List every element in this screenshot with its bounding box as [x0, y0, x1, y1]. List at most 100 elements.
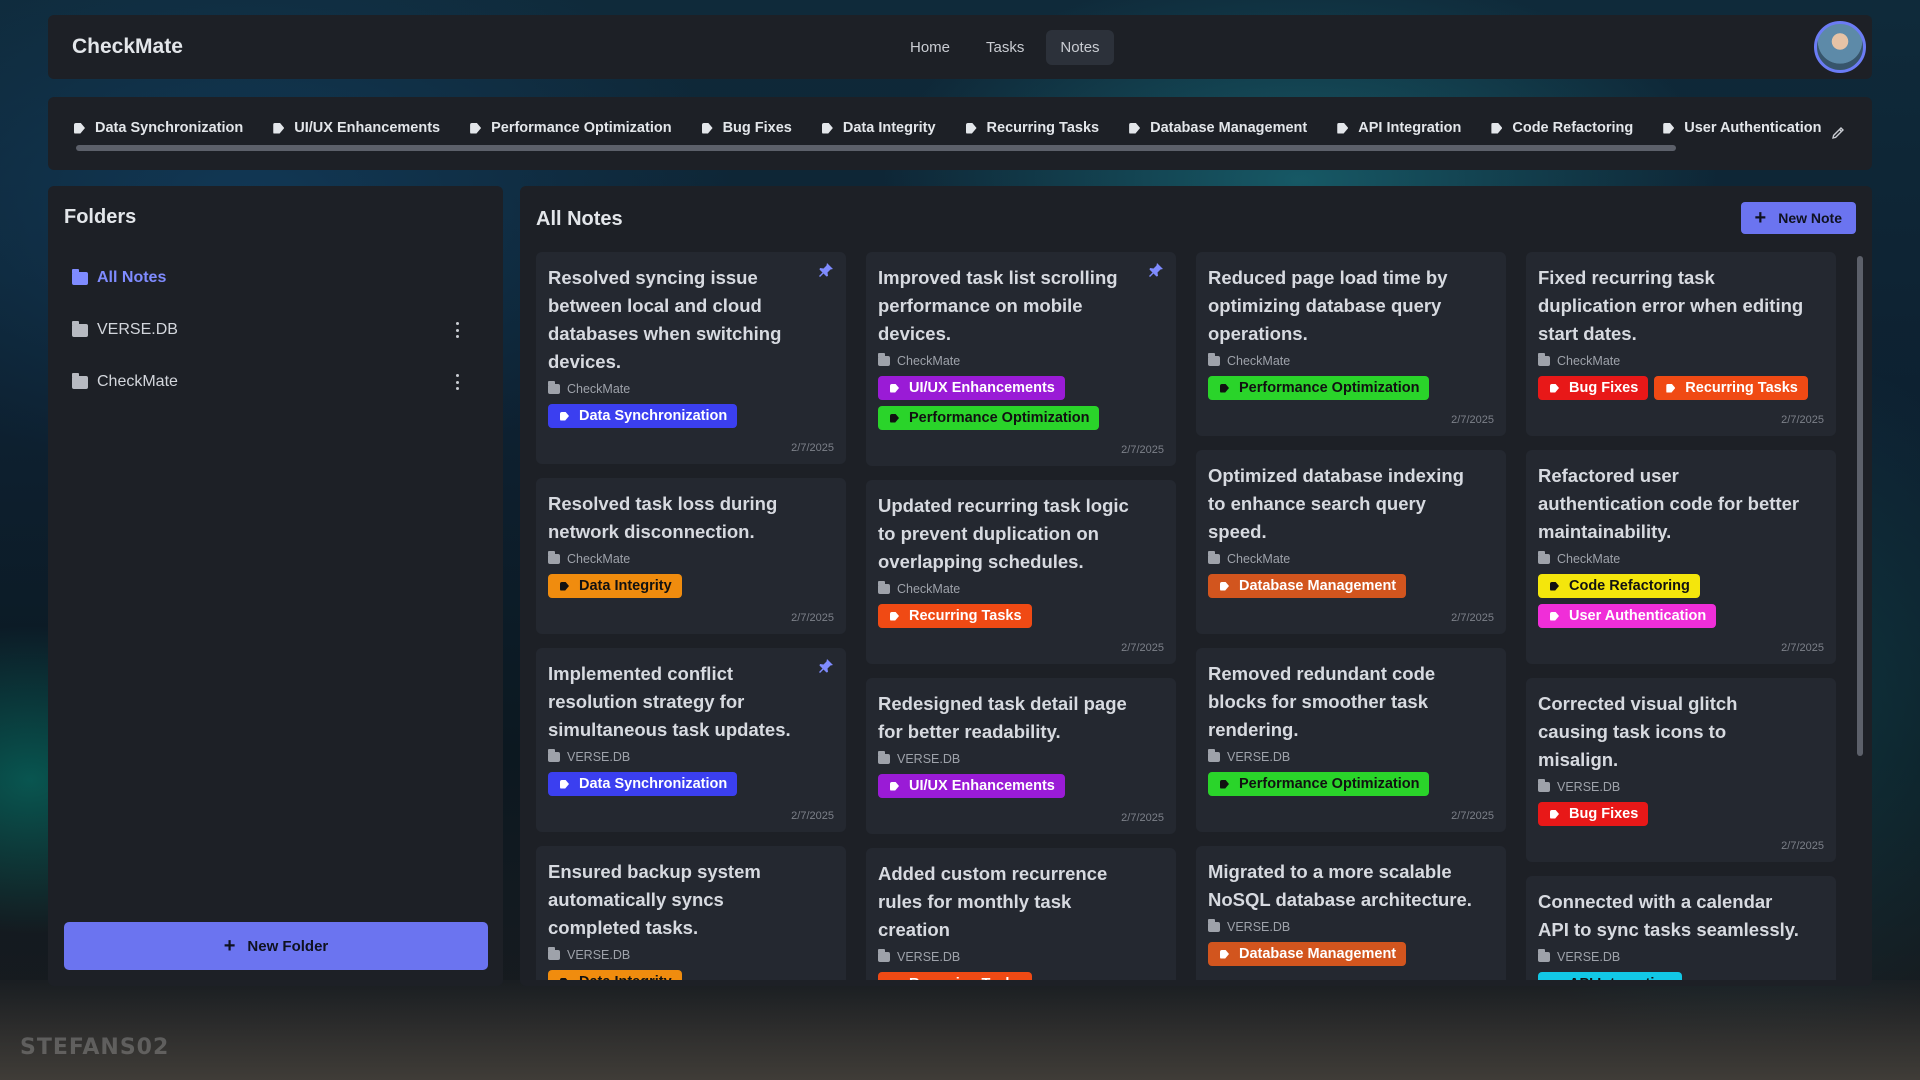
folder-icon — [72, 268, 88, 285]
tag-filter-chip[interactable]: UI/UX Enhancements — [273, 117, 440, 139]
note-card[interactable]: Ensured backup system automatically sync… — [536, 846, 846, 980]
note-tag[interactable]: Data Synchronization — [548, 772, 738, 796]
more-options-icon[interactable] — [456, 322, 460, 338]
note-folder-label: CheckMate — [567, 552, 631, 566]
tag-filter-chip[interactable]: Recurring Tasks — [965, 117, 1099, 139]
note-tags: UI/UX Enhancements — [878, 774, 1164, 798]
background-street — [0, 980, 1920, 1080]
note-card[interactable]: Refactored user authentication code for … — [1526, 450, 1836, 664]
tag-filter-label: User Authentication — [1684, 120, 1822, 136]
note-tag[interactable]: API Integration — [1538, 972, 1683, 980]
note-tag-label: Recurring Tasks — [909, 976, 1022, 980]
more-options-icon[interactable] — [456, 374, 460, 390]
note-tag[interactable]: Recurring Tasks — [1654, 376, 1808, 400]
pin-icon[interactable] — [818, 262, 834, 278]
tag-filter-chip[interactable]: Data Integrity — [821, 117, 936, 139]
tag-bar-scrollbar[interactable] — [70, 145, 1842, 151]
folders-panel: Folders All Notes VERSE.DB CheckMate + N… — [48, 186, 503, 986]
tag-filter-chip[interactable]: Bug Fixes — [701, 117, 792, 139]
tag-icon — [1129, 122, 1141, 134]
note-card[interactable]: Implemented conflict resolution strategy… — [536, 648, 846, 832]
new-folder-button[interactable]: + New Folder — [64, 922, 488, 970]
note-tag[interactable]: Performance Optimization — [1208, 772, 1430, 796]
note-card[interactable]: Optimized database indexing to enhance s… — [1196, 450, 1506, 634]
tag-filter-chip[interactable]: User Authentication — [1663, 117, 1821, 139]
notes-scrollbar[interactable] — [1856, 256, 1864, 976]
folder-item-verse-db[interactable]: VERSE.DB — [64, 304, 482, 356]
note-tag[interactable]: User Authentication — [1538, 604, 1717, 628]
note-tag[interactable]: Database Management — [1208, 942, 1407, 966]
note-title: Connected with a calendar API to sync ta… — [1538, 891, 1799, 940]
note-tag[interactable]: Recurring Tasks — [878, 604, 1032, 628]
tag-filter-label: Data Synchronization — [95, 120, 244, 136]
note-tag[interactable]: Performance Optimization — [1208, 376, 1430, 400]
note-tag[interactable]: Recurring Tasks — [878, 972, 1032, 980]
note-card[interactable]: Fixed recurring task duplication error w… — [1526, 252, 1836, 436]
note-card[interactable]: Resolved task loss during network discon… — [536, 478, 846, 634]
note-tags: Data Synchronization — [548, 404, 834, 428]
note-folder-label: CheckMate — [897, 354, 961, 368]
note-tag[interactable]: Data Synchronization — [548, 404, 738, 428]
note-card[interactable]: Removed redundant code blocks for smooth… — [1196, 648, 1506, 832]
tag-bar-scroll-thumb[interactable] — [76, 145, 1676, 151]
notes-scroll-thumb[interactable] — [1857, 256, 1863, 756]
tag-icon — [890, 383, 899, 393]
note-tag[interactable]: Database Management — [1208, 574, 1407, 598]
note-tag[interactable]: Code Refactoring — [1538, 574, 1700, 598]
note-card[interactable]: Updated recurring task logic to prevent … — [866, 480, 1176, 664]
note-date: 2/7/2025 — [1121, 812, 1164, 824]
note-card[interactable]: Added custom recurrence rules for monthl… — [866, 848, 1176, 980]
tag-filter-chip[interactable]: Data Synchronization — [74, 117, 243, 139]
note-card[interactable]: Resolved syncing issue between local and… — [536, 252, 846, 464]
note-card[interactable]: Connected with a calendar API to sync ta… — [1526, 876, 1836, 980]
pencil-icon[interactable] — [1830, 125, 1846, 141]
tag-filter-label: Database Management — [1150, 120, 1308, 136]
note-tags: Recurring Tasks — [878, 972, 1164, 980]
note-title: Optimized database indexing to enhance s… — [1208, 465, 1464, 542]
note-tag[interactable]: Bug Fixes — [1538, 376, 1649, 400]
pin-icon[interactable] — [1148, 262, 1164, 278]
note-folder-label: VERSE.DB — [897, 950, 961, 964]
user-avatar[interactable] — [1814, 21, 1866, 73]
tag-filter-chip[interactable]: API Integration — [1337, 117, 1461, 139]
tag-icon — [821, 122, 833, 134]
note-card[interactable]: Migrated to a more scalable NoSQL databa… — [1196, 846, 1506, 980]
main-nav: Home Tasks Notes — [896, 29, 1114, 65]
tag-filter-label: API Integration — [1358, 120, 1462, 136]
note-card[interactable]: Corrected visual glitch causing task ico… — [1526, 678, 1836, 862]
notes-panel: All Notes + New Note Resolved syncing is… — [520, 186, 1872, 986]
new-note-button[interactable]: + New Note — [1740, 202, 1856, 234]
note-tags: Bug Fixes — [1538, 802, 1824, 826]
note-folder-label: VERSE.DB — [1557, 950, 1621, 964]
nav-home[interactable]: Home — [896, 30, 964, 65]
app-title[interactable]: CheckMate — [72, 35, 183, 59]
folder-icon — [1208, 919, 1220, 932]
tag-icon — [890, 979, 899, 980]
note-tags: Code Refactoring User Authentication — [1538, 574, 1824, 628]
tag-icon — [1220, 779, 1229, 789]
folder-item-all-notes[interactable]: All Notes — [64, 252, 482, 304]
note-tags: Performance Optimization — [1208, 376, 1494, 400]
tag-filter-chip[interactable]: Database Management — [1129, 117, 1307, 139]
tag-filter-chip[interactable]: Performance Optimization — [470, 117, 672, 139]
note-tag[interactable]: UI/UX Enhancements — [878, 774, 1065, 798]
note-card[interactable]: Reduced page load time by optimizing dat… — [1196, 252, 1506, 436]
nav-notes[interactable]: Notes — [1046, 29, 1114, 65]
note-tag[interactable]: Performance Optimization — [878, 406, 1100, 430]
tag-filter-chip[interactable]: Code Refactoring — [1491, 117, 1633, 139]
note-tag[interactable]: Data Integrity — [548, 970, 682, 980]
note-folder: CheckMate — [878, 581, 1164, 596]
note-tag[interactable]: Bug Fixes — [1538, 802, 1649, 826]
note-card[interactable]: Redesigned task detail page for better r… — [866, 678, 1176, 834]
note-folder-label: VERSE.DB — [897, 752, 961, 766]
note-tag[interactable]: UI/UX Enhancements — [878, 376, 1065, 400]
pin-icon[interactable] — [818, 658, 834, 674]
nav-tasks[interactable]: Tasks — [972, 30, 1038, 65]
new-note-label: New Note — [1778, 210, 1842, 226]
plus-icon: + — [223, 935, 236, 957]
note-card[interactable]: Improved task list scrolling performance… — [866, 252, 1176, 466]
folder-icon — [1208, 749, 1220, 762]
folder-item-checkmate[interactable]: CheckMate — [64, 356, 482, 408]
note-tag[interactable]: Data Integrity — [548, 574, 682, 598]
note-title: Refactored user authentication code for … — [1538, 465, 1800, 542]
